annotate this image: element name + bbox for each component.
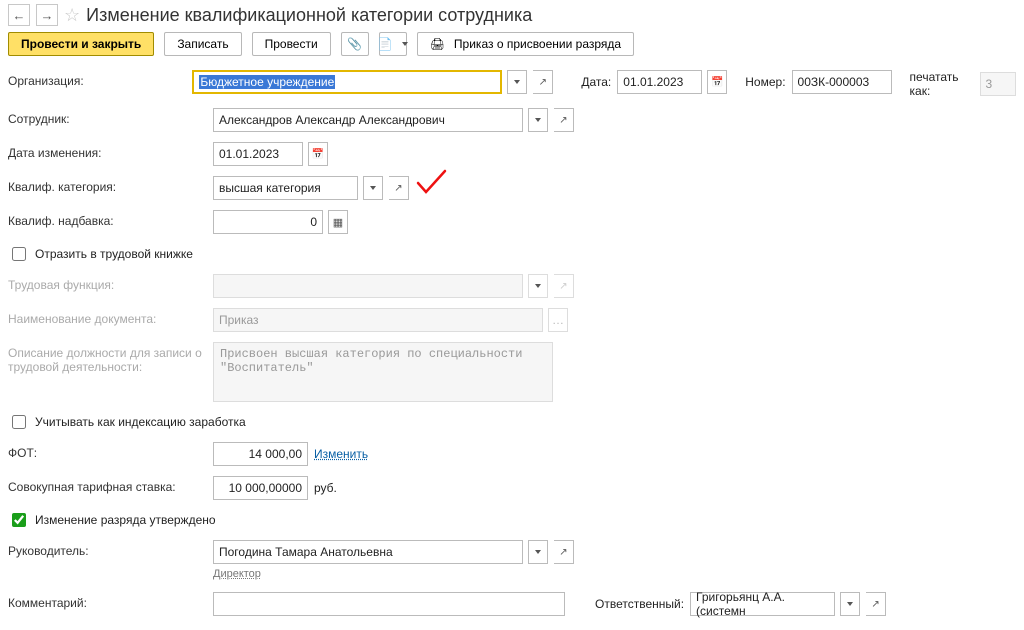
category-field[interactable]: высшая категория (213, 176, 358, 200)
employee-dropdown-button[interactable] (528, 108, 548, 132)
position-desc-field (213, 342, 553, 402)
change-date-label: Дата изменения: (8, 142, 203, 160)
manager-title-link[interactable]: Директор (213, 568, 574, 580)
approved-checkbox-row: Изменение разряда утверждено (8, 510, 1016, 530)
document-dropdown-button[interactable] (379, 32, 407, 56)
employee-field[interactable]: Александров Александр Александрович (213, 108, 523, 132)
responsible-field[interactable]: Григорьянц А.А. (системн (690, 592, 835, 616)
doc-name-row: Наименование документа: Приказ (8, 308, 1016, 332)
labor-func-dropdown-button (528, 274, 548, 298)
post-button[interactable]: Провести (252, 32, 331, 56)
indexation-checkbox[interactable] (12, 415, 26, 429)
tariff-field[interactable]: 10 000,00000 (213, 476, 308, 500)
category-dropdown-button[interactable] (363, 176, 383, 200)
workbook-label: Отразить в трудовой книжке (35, 247, 193, 261)
responsible-dropdown-button[interactable] (840, 592, 860, 616)
toolbar: Провести и закрыть Записать Провести При… (8, 32, 1016, 56)
allowance-row: Квалиф. надбавка: 0 (8, 210, 1016, 234)
number-label: Номер: (745, 75, 785, 89)
favorite-icon[interactable]: ☆ (64, 5, 80, 26)
annotation-checkmark-icon (413, 168, 453, 198)
page-title: Изменение квалификационной категории сот… (86, 5, 532, 26)
labor-func-field (213, 274, 523, 298)
print-as-label: печатать как: (910, 70, 974, 98)
nav-forward-button[interactable]: → (36, 4, 58, 26)
indexation-label: Учитывать как индексацию заработка (35, 415, 246, 429)
date-field[interactable]: 01.01.2023 (617, 70, 702, 94)
manager-label: Руководитель: (8, 540, 203, 558)
header: ← → ☆ Изменение квалификационной категор… (8, 4, 1016, 26)
tariff-row: Совокупная тарифная ставка: 10 000,00000… (8, 476, 1016, 500)
allowance-calc-button[interactable] (328, 210, 348, 234)
save-button[interactable]: Записать (164, 32, 241, 56)
responsible-open-button[interactable] (866, 592, 886, 616)
allowance-label: Квалиф. надбавка: (8, 210, 203, 228)
labor-func-open-button (554, 274, 574, 298)
approved-checkbox[interactable] (12, 513, 26, 527)
post-and-close-button[interactable]: Провести и закрыть (8, 32, 154, 56)
responsible-label: Ответственный: (595, 597, 684, 611)
comment-label: Комментарий: (8, 592, 203, 610)
employee-label: Сотрудник: (8, 108, 203, 126)
allowance-field[interactable]: 0 (213, 210, 323, 234)
doc-name-dots-button (548, 308, 568, 332)
order-print-button[interactable]: Приказ о присвоении разряда (417, 32, 634, 56)
manager-row: Руководитель: Погодина Тамара Анатольевн… (8, 540, 1016, 580)
workbook-checkbox[interactable] (12, 247, 26, 261)
org-open-button[interactable] (533, 70, 553, 94)
document-icon (378, 37, 393, 51)
fot-change-link[interactable]: Изменить (314, 447, 368, 461)
comment-row: Комментарий: Ответственный: Григорьянц А… (8, 592, 1016, 616)
nav-back-button[interactable]: ← (8, 4, 30, 26)
manager-dropdown-button[interactable] (528, 540, 548, 564)
fot-row: ФОТ: 14 000,00 Изменить (8, 442, 1016, 466)
tariff-label: Совокупная тарифная ставка: (8, 476, 203, 494)
category-row: Квалиф. категория: высшая категория (8, 176, 1016, 200)
category-open-button[interactable] (389, 176, 409, 200)
org-row: Организация: Бюджетное учреждение Дата: … (8, 70, 1016, 98)
org-dropdown-button[interactable] (507, 70, 527, 94)
org-field[interactable]: Бюджетное учреждение (192, 70, 502, 94)
org-label: Организация: (8, 70, 182, 88)
change-date-field[interactable]: 01.01.2023 (213, 142, 303, 166)
fot-field[interactable]: 14 000,00 (213, 442, 308, 466)
change-date-calendar-button[interactable] (308, 142, 328, 166)
position-desc-row: Описание должности для записи о трудовой… (8, 342, 1016, 402)
doc-name-field: Приказ (213, 308, 543, 332)
approved-label: Изменение разряда утверждено (35, 513, 216, 527)
manager-open-button[interactable] (554, 540, 574, 564)
fot-label: ФОТ: (8, 442, 203, 460)
date-label: Дата: (581, 75, 611, 89)
printer-icon (430, 37, 449, 51)
tariff-unit-label: руб. (314, 481, 337, 495)
labor-func-label: Трудовая функция: (8, 274, 203, 292)
change-date-row: Дата изменения: 01.01.2023 (8, 142, 1016, 166)
indexation-checkbox-row: Учитывать как индексацию заработка (8, 412, 1016, 432)
employee-open-button[interactable] (554, 108, 574, 132)
comment-field[interactable] (213, 592, 565, 616)
labor-func-row: Трудовая функция: (8, 274, 1016, 298)
print-as-field: 3 (980, 72, 1017, 96)
manager-field[interactable]: Погодина Тамара Анатольевна (213, 540, 523, 564)
category-label: Квалиф. категория: (8, 176, 203, 194)
date-calendar-button[interactable] (707, 70, 727, 94)
attachment-button[interactable] (341, 32, 369, 56)
employee-row: Сотрудник: Александров Александр Алексан… (8, 108, 1016, 132)
workbook-checkbox-row: Отразить в трудовой книжке (8, 244, 1016, 264)
number-field[interactable]: 00ЗК-000003 (792, 70, 892, 94)
position-desc-label: Описание должности для записи о трудовой… (8, 342, 203, 374)
paperclip-icon (347, 37, 362, 51)
doc-name-label: Наименование документа: (8, 308, 203, 326)
